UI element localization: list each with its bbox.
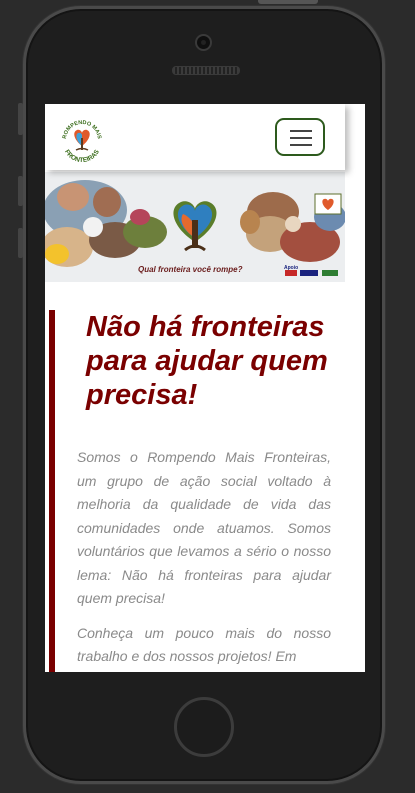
intro-section: Não há fronteiras para ajudar quem preci… xyxy=(45,310,365,672)
earpiece-speaker xyxy=(172,66,240,75)
top-navbar: ROMPENDO MAIS FRONTEIRAS xyxy=(45,104,345,170)
intro-paragraph: Somos o Rompendo Mais Fronteiras, um gru… xyxy=(77,449,331,606)
menu-toggle-button[interactable] xyxy=(275,118,325,156)
banner-partners-label: Apoio xyxy=(284,265,299,271)
projects-paragraph: Conheça um pouco mais do nosso trabalho … xyxy=(77,624,331,665)
tree-heart-logo: ROMPENDO MAIS FRONTEIRAS xyxy=(59,117,105,164)
phone-screen: ROMPENDO MAIS FRONTEIRAS Qual fronteira … xyxy=(45,104,365,672)
front-camera-icon xyxy=(195,34,212,51)
home-button[interactable] xyxy=(174,697,234,757)
hamburger-icon-bar xyxy=(290,137,312,139)
page-headline: Não há fronteiras para ajudar quem preci… xyxy=(86,311,328,411)
volume-down-button xyxy=(18,228,23,258)
power-button xyxy=(258,0,318,4)
mute-switch xyxy=(18,103,23,135)
hamburger-icon-bar xyxy=(290,144,312,146)
hamburger-icon xyxy=(290,130,312,132)
hero-banner: Qual fronteira você rompe? Apoio xyxy=(45,172,345,282)
banner-caption: Qual fronteira você rompe? xyxy=(138,265,243,274)
site-logo[interactable]: ROMPENDO MAIS FRONTEIRAS xyxy=(58,116,106,164)
accent-bar xyxy=(49,310,55,672)
volume-up-button xyxy=(18,176,23,206)
